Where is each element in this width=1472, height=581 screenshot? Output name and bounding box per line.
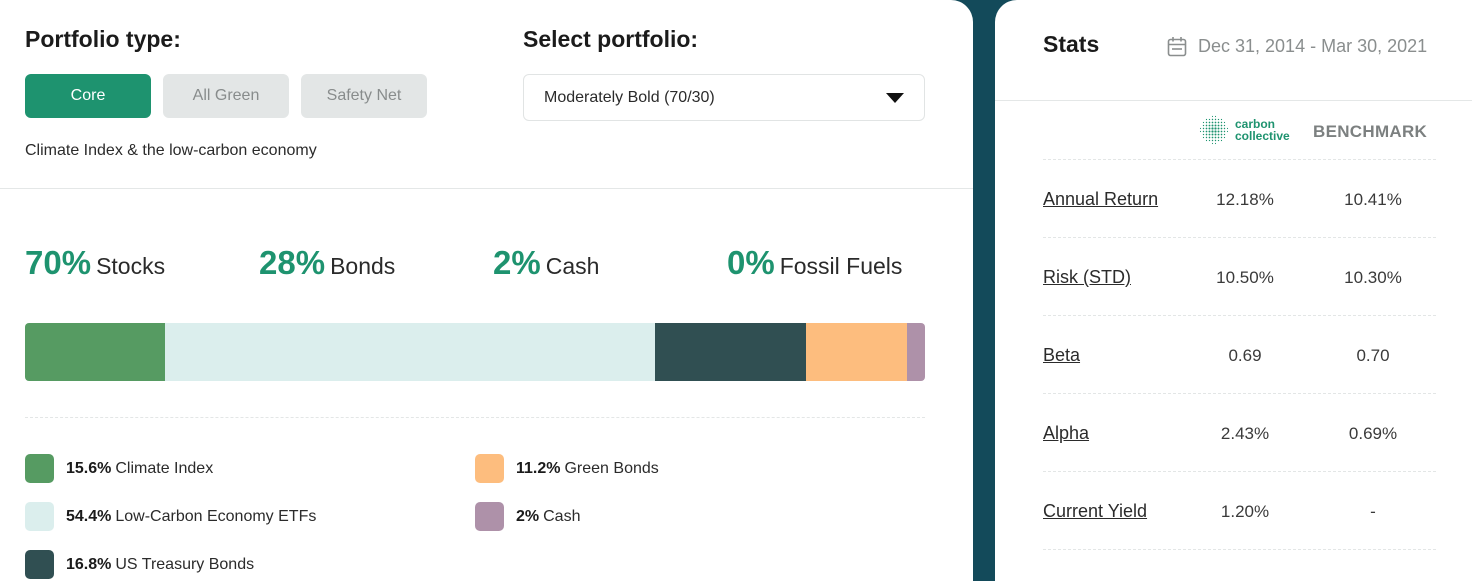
stat-risk-std-cc: 10.50% xyxy=(1216,268,1274,287)
stat-annual-return-benchmark: 10.41% xyxy=(1344,190,1402,209)
row-divider xyxy=(1043,393,1436,394)
legend-swatch xyxy=(25,502,54,531)
legend-label: Cash xyxy=(543,507,581,525)
stat-annual-return-cc: 12.18% xyxy=(1216,190,1274,209)
legend-swatch xyxy=(25,550,54,579)
portfolio-panel: Portfolio type: Core All Green Safety Ne… xyxy=(0,0,973,581)
portfolio-select[interactable]: Moderately Bold (70/30) xyxy=(523,74,925,121)
stat-alpha-cc: 2.43% xyxy=(1220,424,1270,443)
allocation-cash-percent: 2% xyxy=(493,244,541,281)
stat-beta-cc: 0.69 xyxy=(1228,346,1262,365)
legend-swatch xyxy=(25,454,54,483)
portfolio-select-value: Moderately Bold (70/30) xyxy=(544,88,715,106)
section-divider xyxy=(0,188,973,189)
allocation-fossil-fuels-percent: 0% xyxy=(727,244,775,281)
stats-title: Stats xyxy=(1043,31,1100,57)
carbon-collective-logo-icon xyxy=(1199,115,1229,145)
portfolio-type-heading: Portfolio type: xyxy=(25,26,181,52)
portfolio-type-safety-net-button[interactable]: Safety Net xyxy=(301,74,427,118)
allocation-bar-segment xyxy=(654,323,807,381)
stat-risk-std-link[interactable]: Risk (STD) xyxy=(1043,267,1131,288)
row-divider xyxy=(1043,549,1436,550)
legend-percent: 2% xyxy=(516,507,540,525)
carbon-collective-logo: carbon collective xyxy=(1199,115,1290,145)
caret-down-icon xyxy=(886,92,904,103)
calendar-icon xyxy=(1167,37,1187,57)
date-range-text: Dec 31, 2014 - Mar 30, 2021 xyxy=(1198,36,1428,56)
allocation-bar-segment xyxy=(165,323,655,381)
portfolio-type-all-green-button[interactable]: All Green xyxy=(163,74,289,118)
allocation-stocks-label: Stocks xyxy=(96,253,166,279)
allocation-bar-segment xyxy=(25,323,166,381)
legend-swatch xyxy=(475,454,504,483)
legend-label: Green Bonds xyxy=(564,459,659,477)
row-divider xyxy=(1043,237,1436,238)
stat-alpha-link[interactable]: Alpha xyxy=(1043,423,1089,444)
row-divider xyxy=(1043,315,1436,316)
select-portfolio-heading: Select portfolio: xyxy=(523,26,699,52)
legend-cash: 2% Cash xyxy=(475,502,580,531)
allocation-stacked-bar xyxy=(25,323,925,381)
row-divider xyxy=(1043,159,1436,160)
portfolio-type-description: Climate Index & the low-carbon economy xyxy=(25,142,317,159)
allocation-stocks: 70% Stocks xyxy=(25,244,165,282)
stat-beta-link[interactable]: Beta xyxy=(1043,345,1080,366)
allocation-stocks-percent: 70% xyxy=(25,244,92,281)
allocation-fossil-fuels-label: Fossil Fuels xyxy=(779,253,903,279)
allocation-bonds-percent: 28% xyxy=(259,244,326,281)
stat-alpha-benchmark: 0.69% xyxy=(1348,424,1398,443)
allocation-bonds-label: Bonds xyxy=(330,253,396,279)
date-range[interactable]: Dec 31, 2014 - Mar 30, 2021 xyxy=(1167,36,1427,57)
legend-green-bonds: 11.2% Green Bonds xyxy=(475,454,659,483)
portfolio-type-core-button[interactable]: Core xyxy=(25,74,151,118)
legend-percent: 54.4% xyxy=(66,507,112,525)
stats-header-divider xyxy=(995,100,1472,101)
legend-percent: 15.6% xyxy=(66,459,112,477)
legend-divider xyxy=(25,417,925,418)
stat-annual-return-link[interactable]: Annual Return xyxy=(1043,189,1158,210)
stat-risk-std-benchmark: 10.30% xyxy=(1344,268,1402,287)
allocation-bonds: 28% Bonds xyxy=(259,244,395,282)
legend-label: US Treasury Bonds xyxy=(115,555,255,573)
allocation-cash: 2% Cash xyxy=(493,244,599,282)
benchmark-column-header: BENCHMARK xyxy=(1313,122,1428,141)
legend-percent: 11.2% xyxy=(516,459,561,477)
stats-panel: Stats Dec 31, 2014 - Mar 30, 2021 carbon… xyxy=(995,0,1472,581)
stat-current-yield-link[interactable]: Current Yield xyxy=(1043,501,1147,522)
row-divider xyxy=(1043,471,1436,472)
legend-climate-index: 15.6% Climate Index xyxy=(25,454,213,483)
stat-beta-benchmark: 0.70 xyxy=(1356,346,1390,365)
stat-current-yield-cc: 1.20% xyxy=(1220,502,1270,521)
brand-line-2: collective xyxy=(1235,129,1290,143)
allocation-bar-segment xyxy=(806,323,907,381)
legend-swatch xyxy=(475,502,504,531)
legend-low-carbon-etfs: 54.4% Low-Carbon Economy ETFs xyxy=(25,502,316,531)
allocation-cash-label: Cash xyxy=(545,253,600,279)
legend-us-treasury-bonds: 16.8% US Treasury Bonds xyxy=(25,550,254,579)
allocation-bar-segment xyxy=(906,323,925,381)
legend-percent: 16.8% xyxy=(66,555,112,573)
legend-label: Low-Carbon Economy ETFs xyxy=(115,507,317,525)
allocation-fossil-fuels: 0% Fossil Fuels xyxy=(727,244,902,282)
stat-current-yield-benchmark: - xyxy=(1370,502,1376,521)
legend-label: Climate Index xyxy=(115,459,214,477)
